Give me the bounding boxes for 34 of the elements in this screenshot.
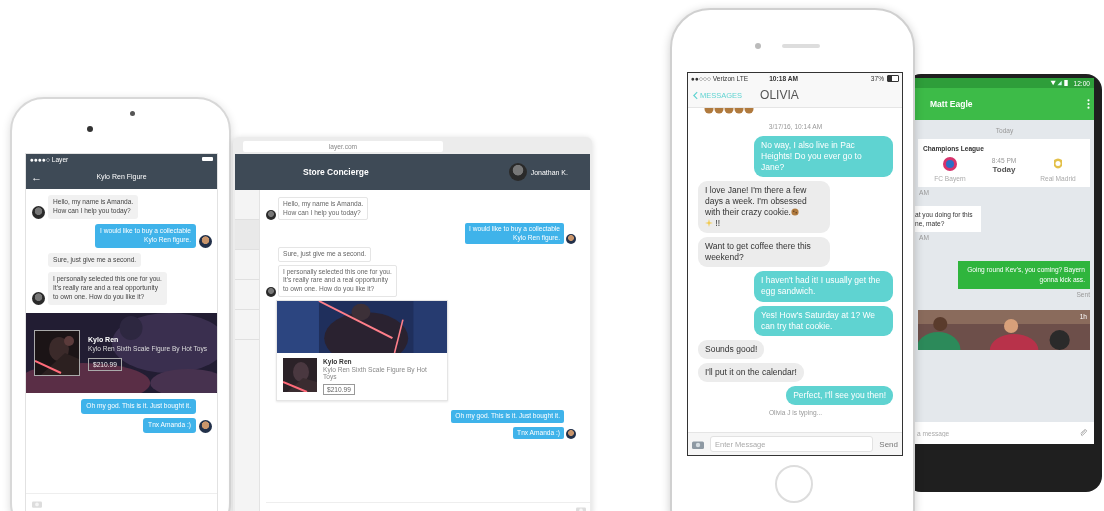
paperclip-icon[interactable] xyxy=(1076,422,1094,444)
chat-title: Matt Eagle xyxy=(930,99,973,109)
avatar-icon xyxy=(508,163,527,181)
message-bubble: No way, I also live in Pac Heights! Do you ever go to Jane? xyxy=(754,136,893,178)
home-button[interactable] xyxy=(775,465,813,503)
page-title: Store Concierge xyxy=(303,167,369,177)
send-button[interactable]: Send xyxy=(879,439,898,449)
message-bubble: Want to get coffee there this weekend? xyxy=(698,237,830,268)
message-input[interactable] xyxy=(26,493,217,511)
battery-icon xyxy=(887,74,899,82)
sparkle-icon xyxy=(705,219,713,228)
cookie-icon xyxy=(791,208,799,217)
cookie-emoji-drawing xyxy=(704,108,754,114)
signal-icon xyxy=(1050,80,1071,86)
message-bubble: I'll put it on the calendar! xyxy=(698,362,804,382)
front-camera xyxy=(87,126,93,132)
camera-icon[interactable] xyxy=(692,439,704,449)
earpiece xyxy=(782,44,820,48)
message-bubble: I love Jane! I'm there a few days a week. I'm obsessed with their crazy cookie. !! xyxy=(698,181,830,234)
camera-icon xyxy=(32,500,42,508)
chevron-icon xyxy=(693,90,698,100)
front-camera xyxy=(755,43,761,49)
match-day: Today xyxy=(992,165,1016,174)
back-button[interactable]: ← xyxy=(31,170,42,183)
menu-icon[interactable] xyxy=(1087,99,1090,109)
earpiece xyxy=(130,111,135,116)
message-bubble: Yes! How's Saturday at 1? We can try that cookie. xyxy=(754,305,893,336)
battery-icon xyxy=(202,157,213,161)
crest-icon xyxy=(1051,157,1065,171)
message-bubble: I haven't had it! I usually get the egg sandwich. xyxy=(754,271,893,302)
crest-icon xyxy=(943,157,957,171)
message-bubble: Sounds good! xyxy=(698,339,765,359)
message-bubble: Perfect, I'll see you then! xyxy=(786,385,893,405)
contact-name: OLIVIA xyxy=(760,88,799,102)
